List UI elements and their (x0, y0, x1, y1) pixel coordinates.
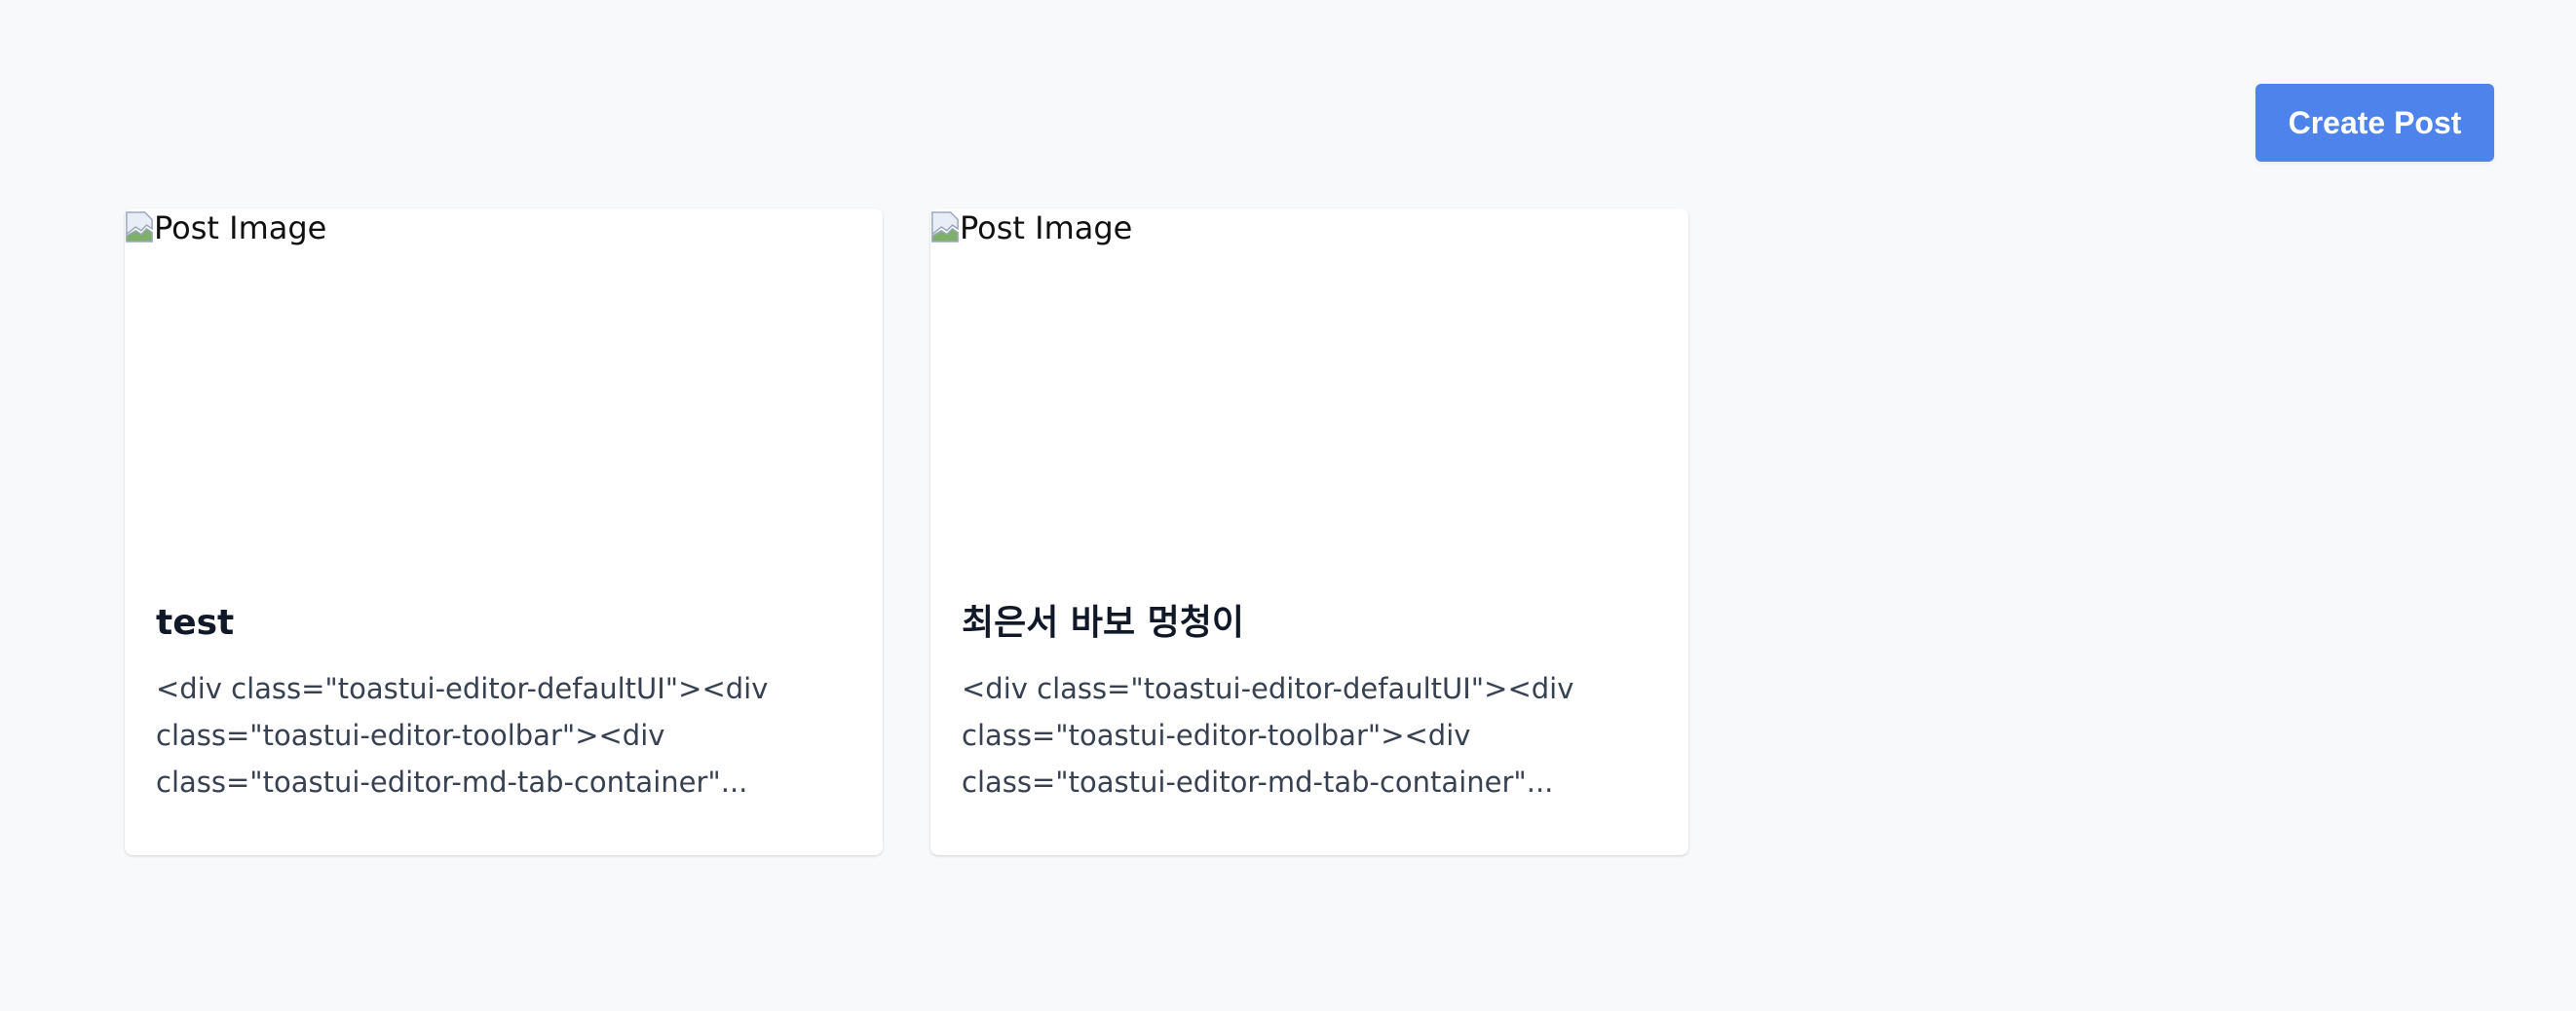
post-image: Post Image (125, 208, 883, 582)
page: Create Post Post Image test <div class="… (0, 0, 2576, 1011)
excerpt-line: <div class="toastui-editor-defaultUI"><d… (962, 672, 1574, 706)
excerpt-line: class="toastui-editor-toolbar"><div (156, 719, 665, 753)
post-title[interactable]: test (156, 582, 852, 644)
create-post-button[interactable]: Create Post (2255, 84, 2494, 162)
excerpt-line: <div class="toastui-editor-defaultUI"><d… (156, 672, 769, 706)
image-alt-text: Post Image (154, 209, 327, 246)
image-alt-text: Post Image (960, 209, 1133, 246)
post-excerpt: <div class="toastui-editor-defaultUI"><d… (156, 665, 852, 805)
post-card[interactable]: Post Image 최은서 바보 멍청이 <div class="toastu… (930, 208, 1688, 855)
excerpt-line: class="toastui-editor-md-tab-container".… (156, 766, 748, 800)
excerpt-line: class="toastui-editor-toolbar"><div (962, 719, 1471, 753)
post-title[interactable]: 최은서 바보 멍청이 (962, 582, 1657, 644)
post-card[interactable]: Post Image test <div class="toastui-edit… (125, 208, 883, 855)
broken-image-icon (931, 211, 959, 243)
post-image: Post Image (930, 208, 1688, 582)
broken-image-icon (126, 211, 153, 243)
post-excerpt: <div class="toastui-editor-defaultUI"><d… (962, 665, 1657, 805)
excerpt-line: class="toastui-editor-md-tab-container".… (962, 766, 1554, 800)
